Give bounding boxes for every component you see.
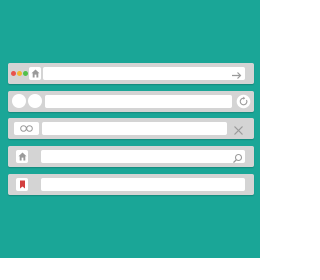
clear-button[interactable] xyxy=(233,123,244,135)
reader-button[interactable] xyxy=(14,122,39,135)
bookmark-icon xyxy=(20,180,25,189)
home-button-2[interactable] xyxy=(16,150,28,163)
close-icon xyxy=(234,126,243,135)
close-window-dot[interactable] xyxy=(11,71,16,76)
address-input-2[interactable] xyxy=(45,95,232,108)
minimize-window-dot[interactable] xyxy=(17,71,22,76)
back-circle-button[interactable] xyxy=(12,94,26,108)
address-bar-1 xyxy=(8,63,254,84)
maximize-window-dot[interactable] xyxy=(23,71,28,76)
refresh-button[interactable] xyxy=(236,94,251,109)
footer-strip xyxy=(0,258,260,280)
bookmark-button[interactable] xyxy=(16,178,28,191)
home-icon xyxy=(18,152,27,161)
search-button[interactable] xyxy=(232,151,243,164)
address-input-5[interactable] xyxy=(41,178,245,191)
address-bar-3 xyxy=(8,118,254,139)
address-bar-4 xyxy=(8,146,254,167)
address-input-3[interactable] xyxy=(42,122,227,135)
browser-bars-canvas xyxy=(0,0,260,258)
forward-circle-button[interactable] xyxy=(28,94,42,108)
address-bar-2 xyxy=(8,91,254,112)
home-icon xyxy=(31,69,40,78)
infinity-icon xyxy=(20,125,33,132)
search-icon xyxy=(233,153,243,164)
arrow-right-icon xyxy=(232,72,242,79)
address-input-4[interactable] xyxy=(41,150,245,163)
refresh-icon xyxy=(236,94,251,109)
home-button[interactable] xyxy=(29,67,41,80)
address-bar-5 xyxy=(8,174,254,195)
address-input-1[interactable] xyxy=(43,67,245,80)
go-button[interactable] xyxy=(231,68,242,79)
